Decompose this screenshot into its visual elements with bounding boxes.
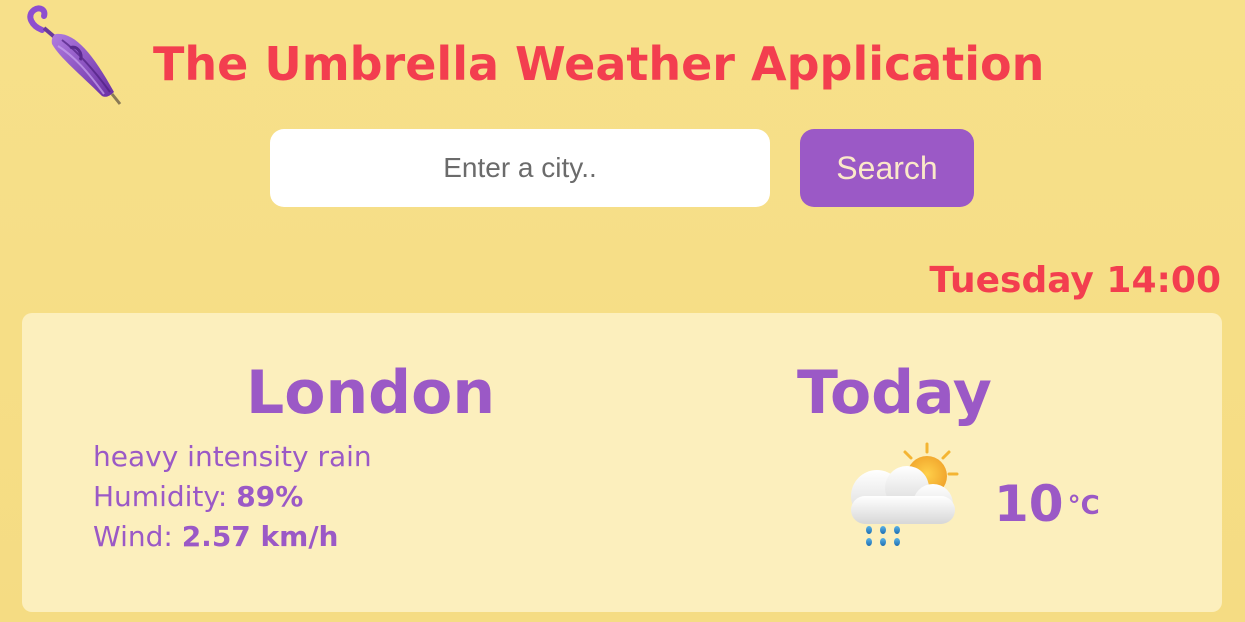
weather-card: London heavy intensity rain Humidity: 89… bbox=[22, 313, 1222, 612]
app-title: The Umbrella Weather Application bbox=[153, 37, 1045, 91]
weather-description: heavy intensity rain bbox=[93, 440, 372, 473]
wind-row: Wind: 2.57 km/h bbox=[93, 517, 372, 557]
header: The Umbrella Weather Application bbox=[0, 0, 1245, 110]
sun-behind-rain-cloud-icon bbox=[851, 442, 959, 546]
wind-value: 2.57 km/h bbox=[181, 520, 339, 553]
search-button[interactable]: Search bbox=[800, 129, 974, 207]
city-search-input[interactable] bbox=[270, 129, 770, 207]
wind-label: Wind: bbox=[93, 520, 182, 553]
current-datetime: Tuesday 14:00 bbox=[929, 260, 1221, 301]
humidity-value: 89% bbox=[236, 480, 304, 513]
search-form: Search bbox=[270, 129, 974, 207]
temperature: 10 °C bbox=[994, 471, 1100, 537]
city-name: London bbox=[246, 358, 496, 428]
humidity-label: Humidity: bbox=[93, 480, 237, 513]
closed-umbrella-icon bbox=[27, 5, 122, 105]
today-title: Today bbox=[797, 358, 992, 428]
humidity-row: Humidity: 89% bbox=[93, 477, 372, 517]
temperature-unit: °C bbox=[1067, 491, 1100, 521]
temperature-value: 10 bbox=[994, 475, 1064, 533]
weather-details: heavy intensity rain Humidity: 89% Wind:… bbox=[93, 437, 372, 557]
